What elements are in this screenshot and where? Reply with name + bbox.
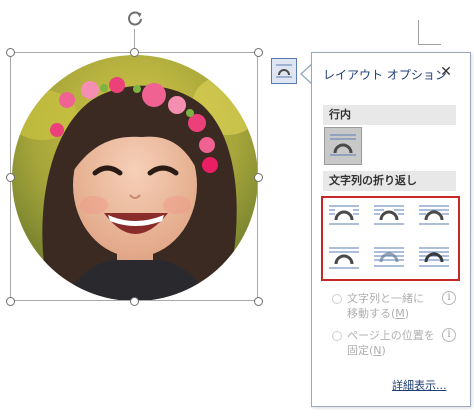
wrap-square-option[interactable] bbox=[325, 198, 363, 236]
move-with-text-suffix: ) bbox=[404, 307, 410, 320]
move-with-text-radio[interactable] bbox=[332, 294, 342, 304]
wrap-behind-text-option[interactable] bbox=[370, 240, 408, 278]
resize-handle-top[interactable] bbox=[130, 48, 139, 57]
page-margin-corner-mark bbox=[418, 20, 441, 45]
move-with-text-key: M bbox=[395, 307, 405, 320]
move-with-text-line1: 文字列と一緒に bbox=[347, 292, 424, 305]
wrap-in-front-icon bbox=[419, 247, 449, 267]
move-with-text-line2: 移動する( bbox=[347, 307, 396, 320]
fix-position-label: ページ上の位置を 固定(N) bbox=[347, 328, 435, 358]
resize-handle-left[interactable] bbox=[6, 173, 15, 182]
wrap-in-front-of-text-option[interactable] bbox=[415, 240, 453, 278]
resize-handle-bottom-right[interactable] bbox=[254, 297, 263, 306]
wrap-through-option[interactable] bbox=[415, 198, 453, 236]
wrap-tight-icon bbox=[374, 205, 404, 225]
inline-layout-icon bbox=[330, 134, 356, 156]
resize-handle-right[interactable] bbox=[254, 173, 263, 182]
resize-handle-bottom-left[interactable] bbox=[6, 297, 15, 306]
wrap-top-bottom-icon bbox=[329, 247, 359, 269]
info-icon[interactable]: i bbox=[442, 291, 456, 305]
wrap-square-icon bbox=[329, 205, 359, 225]
wrap-behind-text-icon bbox=[374, 247, 404, 267]
see-more-link[interactable]: 詳細表示... bbox=[392, 377, 447, 393]
fix-position-line1: ページ上の位置を bbox=[347, 329, 435, 342]
fix-position-suffix: ) bbox=[381, 344, 386, 357]
layout-options-panel: レイアウト オプション ✕ 行内 文字列の折り返し 文字列と一緒に 移動する(M… bbox=[311, 52, 471, 407]
fix-position-line2: 固定( bbox=[347, 344, 374, 357]
rotate-handle-icon[interactable] bbox=[125, 9, 145, 29]
wrap-tight-option[interactable] bbox=[370, 198, 408, 236]
info-icon[interactable]: i bbox=[442, 328, 456, 342]
layout-options-button[interactable] bbox=[271, 58, 297, 84]
fix-position-radio[interactable] bbox=[332, 331, 342, 341]
wrap-top-bottom-option[interactable] bbox=[325, 240, 363, 278]
resize-handle-top-left[interactable] bbox=[6, 48, 15, 57]
inline-with-text-option[interactable] bbox=[324, 127, 362, 165]
fix-position-key: N bbox=[373, 344, 382, 357]
layout-options-icon bbox=[276, 64, 292, 78]
panel-title: レイアウト オプション bbox=[323, 68, 447, 82]
close-button[interactable]: ✕ bbox=[438, 63, 454, 81]
image-selection-box bbox=[10, 52, 258, 301]
move-with-text-label: 文字列と一緒に 移動する(M) bbox=[347, 291, 424, 321]
resize-handle-bottom[interactable] bbox=[130, 297, 139, 306]
section-inline-header: 行内 bbox=[323, 105, 456, 125]
wrap-through-icon bbox=[419, 205, 449, 225]
resize-handle-top-right[interactable] bbox=[254, 48, 263, 57]
section-text-wrapping-header: 文字列の折り返し bbox=[323, 171, 456, 191]
